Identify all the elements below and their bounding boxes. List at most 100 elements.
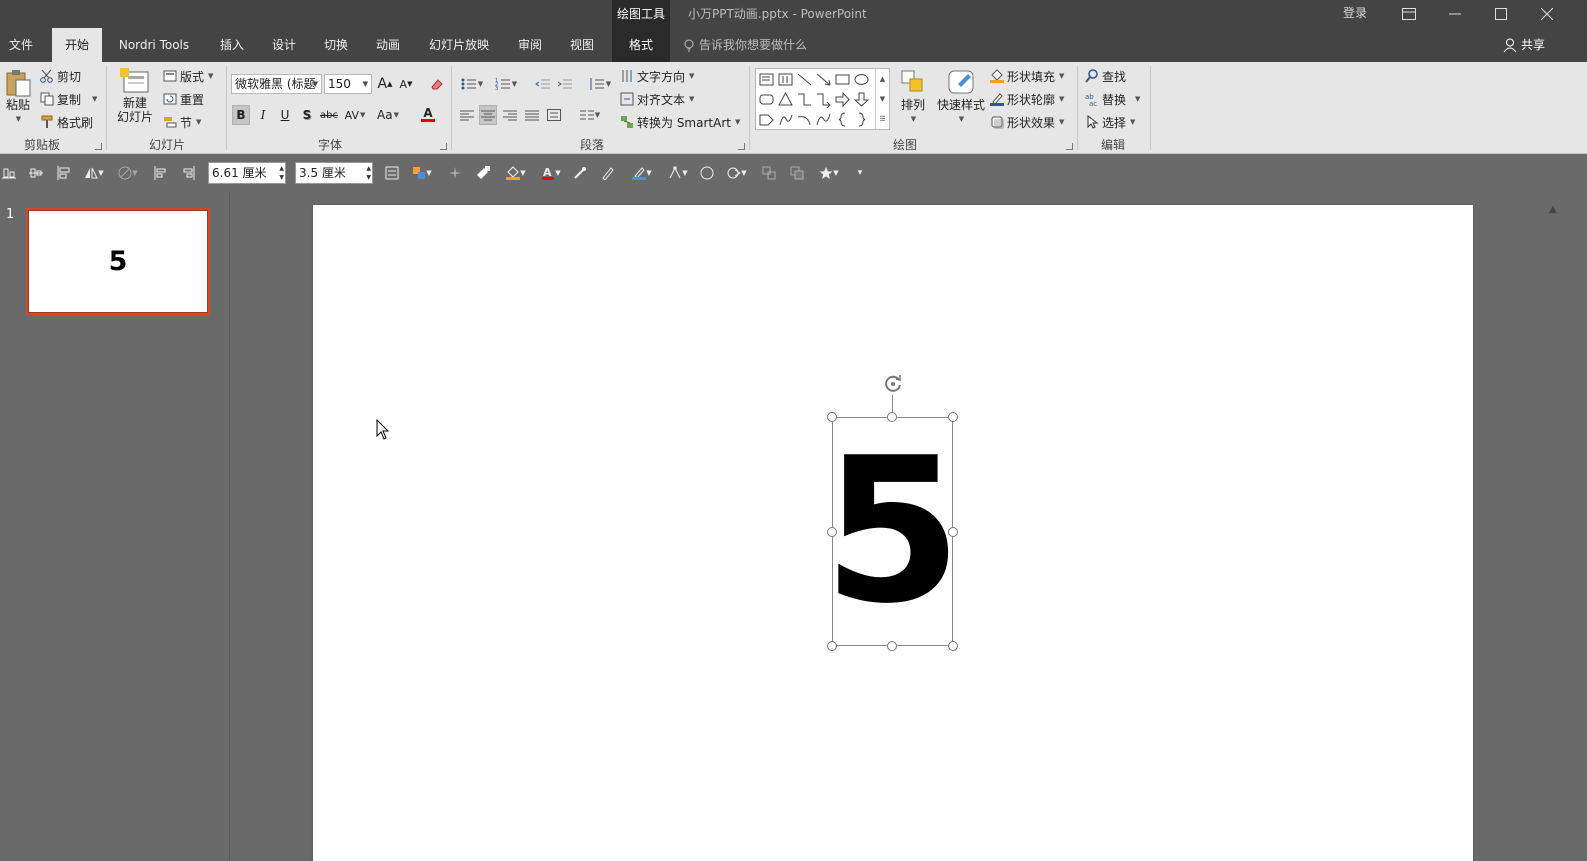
login-button[interactable]: 登录	[1343, 0, 1367, 28]
tab-view[interactable]: 视图	[560, 28, 604, 62]
select-button[interactable]: 选择 ▼	[1085, 112, 1135, 132]
bold-button[interactable]: B	[232, 105, 250, 125]
shape-style-icon[interactable]: ▼	[408, 164, 436, 182]
paste-button[interactable]: 粘贴 ▼	[3, 68, 33, 126]
resize-handle-bottom-right[interactable]	[948, 641, 958, 651]
arrange-button[interactable]: 排列 ▼	[896, 68, 930, 126]
resize-handle-top-right[interactable]	[948, 412, 958, 422]
group-objects-icon[interactable]: ▼	[114, 164, 142, 182]
resize-handle-right[interactable]	[948, 527, 958, 537]
line-spacing-button[interactable]: ▼	[586, 74, 614, 94]
line-shape-icon[interactable]	[796, 71, 813, 88]
rounded-rectangle-shape-icon[interactable]	[758, 91, 775, 108]
align-left-button[interactable]	[458, 105, 476, 125]
shapes-gallery[interactable]: ▲ ▼ ☰	[755, 68, 890, 130]
tell-me-search[interactable]: 告诉我你想要做什么	[684, 28, 807, 62]
paragraph-launcher-icon[interactable]	[738, 143, 745, 150]
italic-button[interactable]: I	[254, 105, 272, 125]
send-backward-icon[interactable]	[180, 164, 198, 182]
copy-button[interactable]: 复制 ▼	[40, 89, 97, 109]
distributed-button[interactable]	[545, 105, 563, 125]
arc-shape-icon[interactable]	[796, 111, 813, 128]
format-painter-tb-icon[interactable]	[474, 164, 492, 182]
font-size-dropdown[interactable]: 150 ▼	[324, 74, 372, 94]
right-arrow-shape-icon[interactable]	[834, 91, 851, 108]
freeform-shape-icon[interactable]	[777, 111, 794, 128]
shrink-font-button[interactable]: A ▼	[397, 74, 415, 94]
grow-font-button[interactable]: A ▲	[376, 74, 394, 94]
justify-button[interactable]	[523, 105, 541, 125]
align-bottom-icon[interactable]	[0, 164, 18, 182]
resize-handle-top[interactable]	[887, 412, 897, 422]
gallery-more-icon[interactable]: ☰	[876, 109, 889, 129]
shape-effects-button[interactable]: 形状效果 ▼	[990, 112, 1064, 132]
font-launcher-icon[interactable]	[440, 143, 447, 150]
flip-icon[interactable]: ▼	[80, 164, 108, 182]
shape-height-input[interactable]: 3.5 厘米 ▲ ▼	[295, 162, 373, 184]
tab-slideshow[interactable]: 幻灯片放映	[420, 28, 498, 62]
width-spinner-icon[interactable]: ▲ ▼	[279, 164, 284, 182]
outline-color-icon[interactable]: ▼	[628, 164, 656, 182]
gallery-scroll[interactable]: ▲ ▼ ☰	[875, 69, 889, 129]
curve-shape-icon[interactable]	[815, 111, 832, 128]
eyedropper-icon[interactable]	[571, 164, 589, 182]
align-center-button[interactable]	[479, 105, 497, 125]
fill-color-icon[interactable]: ▼	[502, 164, 530, 182]
resize-handle-left[interactable]	[827, 527, 837, 537]
underline-button[interactable]: U	[276, 105, 294, 125]
down-arrow-shape-icon[interactable]	[853, 91, 870, 108]
shape-width-input[interactable]: 6.61 厘米 ▲ ▼	[208, 162, 286, 184]
tab-design[interactable]: 设计	[262, 28, 306, 62]
customize-toolbar-icon[interactable]: ▾	[851, 164, 869, 182]
text-shadow-button[interactable]: S	[298, 105, 316, 125]
oval-tb-icon[interactable]	[698, 164, 716, 182]
change-case-button[interactable]: Aa ▼	[374, 105, 402, 125]
textbox-shape-icon[interactable]	[758, 71, 775, 88]
shape-effects-tb-icon[interactable]: ▼	[723, 164, 751, 182]
pentagon-shape-icon[interactable]	[758, 111, 775, 128]
left-brace-shape-icon[interactable]	[834, 111, 851, 128]
tab-transitions[interactable]: 切换	[314, 28, 358, 62]
shape-outline-button[interactable]: 形状轮廓 ▼	[990, 89, 1064, 109]
triangle-shape-icon[interactable]	[777, 91, 794, 108]
height-spinner-icon[interactable]: ▲ ▼	[366, 164, 371, 182]
character-spacing-button[interactable]: AV ▼	[342, 105, 368, 125]
align-left-objects-icon[interactable]	[55, 164, 73, 182]
increase-indent-button[interactable]	[556, 74, 574, 94]
tab-format[interactable]: 格式	[612, 28, 670, 62]
text-direction-button[interactable]: 文字方向 ▼	[620, 66, 694, 86]
share-button[interactable]: 共享	[1503, 28, 1545, 62]
tab-file[interactable]: 文件	[0, 28, 42, 62]
quick-styles-button[interactable]: 快速样式 ▼	[934, 68, 988, 126]
edit-text-icon[interactable]	[383, 164, 401, 182]
align-middle-icon[interactable]	[27, 164, 45, 182]
selected-textbox[interactable]: 5	[823, 417, 962, 646]
ungroup-tb-icon[interactable]	[788, 164, 806, 182]
vertical-textbox-shape-icon[interactable]	[777, 71, 794, 88]
sparkle-effect-icon[interactable]	[446, 164, 464, 182]
shape-fill-button[interactable]: 形状填充 ▼	[990, 66, 1064, 86]
numbering-button[interactable]: 1 2 3 ▼	[492, 74, 520, 94]
drawing-launcher-icon[interactable]	[1066, 143, 1073, 150]
bullets-button[interactable]: ▼	[458, 74, 486, 94]
tab-animations[interactable]: 动画	[366, 28, 410, 62]
align-text-button[interactable]: 对齐文本 ▼	[620, 89, 694, 109]
minimize-icon[interactable]	[1432, 0, 1478, 28]
decrease-indent-button[interactable]	[534, 74, 552, 94]
elbow-arrow-shape-icon[interactable]	[815, 91, 832, 108]
edit-points-icon[interactable]: ▼	[664, 164, 692, 182]
gallery-up-icon[interactable]: ▲	[876, 69, 889, 89]
gallery-down-icon[interactable]: ▼	[876, 89, 889, 109]
cut-button[interactable]: 剪切	[40, 66, 81, 86]
tab-nordri-tools[interactable]: Nordri Tools	[108, 28, 200, 62]
reset-button[interactable]: 重置	[163, 89, 204, 109]
arrow-line-shape-icon[interactable]	[815, 71, 832, 88]
new-slide-button[interactable]: 新建 幻灯片	[112, 68, 158, 124]
maximize-icon[interactable]	[1478, 0, 1524, 28]
rotate-handle-icon[interactable]	[882, 373, 904, 395]
clear-formatting-button[interactable]	[428, 74, 446, 94]
slide-canvas[interactable]: 5	[313, 205, 1473, 861]
pen-icon[interactable]	[599, 164, 617, 182]
font-name-dropdown[interactable]: 微软雅黑 (标题 ▼	[231, 74, 322, 94]
replace-button[interactable]: ab ac 替换 ▼	[1085, 89, 1140, 109]
